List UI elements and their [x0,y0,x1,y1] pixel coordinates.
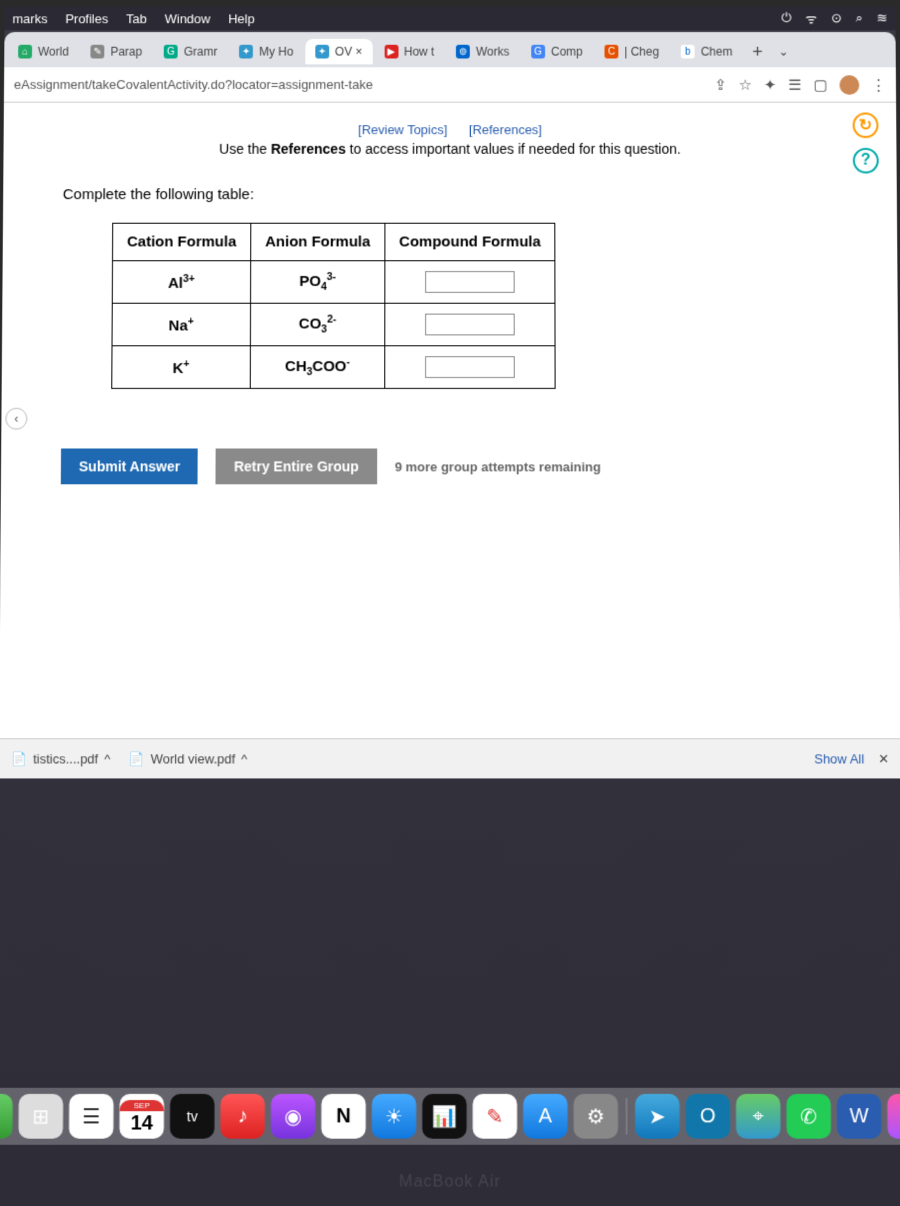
markup-icon[interactable]: ✎ [473,1094,517,1139]
downloads-bar: 📄 tistics....pdf ^ 📄 World view.pdf ^ Sh… [0,738,900,778]
browser-tab[interactable]: ✎Parap [81,39,152,64]
browser-tab[interactable]: GGramr [154,39,227,64]
settings-icon[interactable]: ⚙ [574,1094,619,1139]
menu-item[interactable]: marks [12,11,47,26]
launchpad-icon[interactable]: ⊞ [18,1094,63,1139]
share-icon[interactable]: ⇪ [714,76,727,94]
menu-item[interactable]: Window [165,11,211,26]
compound-cell [385,346,556,389]
search-icon[interactable]: ⌕ [856,10,863,26]
anion-cell: CH3COO- [250,346,384,389]
messenger-icon[interactable]: 〰 [887,1094,900,1139]
review-topics-link[interactable]: [Review Topics] [358,122,447,137]
download-item[interactable]: 📄 tistics....pdf ^ [11,751,111,767]
file-icon: 📄 [11,751,27,767]
compound-input[interactable] [425,271,515,293]
cation-cell: Na+ [112,303,251,346]
control-center-icon[interactable]: ≋ [877,10,888,26]
show-all-downloads-link[interactable]: Show All [814,751,864,766]
compound-cell [385,303,556,346]
table-row: Na+ CO32- [112,303,555,346]
cation-cell: Al3+ [112,261,250,303]
notion-icon[interactable]: N [321,1094,365,1139]
outlook-icon[interactable]: O [686,1094,731,1139]
cation-cell: K+ [112,346,251,389]
chevron-up-icon[interactable]: ^ [241,751,247,766]
weather-icon[interactable]: ☀ [372,1094,416,1139]
table-row: K+ CH3COO- [112,346,556,389]
submit-answer-button[interactable]: Submit Answer [61,448,198,484]
compound-input[interactable] [425,314,515,336]
laptop-brand: MacBook Air [399,1173,501,1191]
page-content: ‹ ↻ ? [Review Topics] [References] Use t… [0,103,900,739]
star-icon[interactable]: ☆ [739,76,752,94]
kebab-menu-icon[interactable]: ⋮ [871,76,886,94]
whatsapp-icon[interactable]: ✆ [786,1094,831,1139]
window-icon[interactable]: ▢ [813,76,827,94]
browser-tab[interactable]: C| Cheg [595,39,670,64]
col-header-compound: Compound Formula [385,223,555,261]
tab-overflow-icon[interactable]: ⌄ [773,45,795,59]
mac-menubar: marks Profiles Tab Window Help ⏻ ᯤ ⊙ ⌕ ≋ [4,7,895,31]
question-prompt: Complete the following table: [63,186,838,203]
new-tab-button[interactable]: + [744,41,770,62]
address-bar: eAssignment/takeCovalentActivity.do?loca… [4,67,896,102]
podcasts-icon[interactable]: ◉ [271,1094,316,1139]
col-header-anion: Anion Formula [251,223,385,261]
reference-links: [Review Topics] [References] [63,122,837,137]
table-row: Al3+ PO43- [112,261,555,303]
menu-item[interactable]: Profiles [65,11,108,26]
anion-cell: PO43- [251,261,385,303]
browser-tab[interactable]: ✦My Ho [229,39,303,64]
anion-cell: CO32- [250,303,384,346]
appstore-icon[interactable]: A [523,1094,567,1139]
menu-item[interactable]: Help [228,11,255,26]
profile-avatar[interactable] [839,75,859,95]
close-icon[interactable]: ✕ [878,751,889,767]
download-item[interactable]: 📄 World view.pdf ^ [128,751,247,767]
browser-tab[interactable]: ⌂World [8,39,79,64]
puzzle-icon[interactable]: ✦ [764,76,777,94]
maps-icon[interactable]: ⌖ [736,1094,781,1139]
compound-cell [385,261,556,303]
help-tool-icon[interactable]: ? [853,148,879,174]
file-icon: 📄 [128,751,144,767]
url-text[interactable]: eAssignment/takeCovalentActivity.do?loca… [14,77,705,92]
button-row: Submit Answer Retry Entire Group 9 more … [61,448,839,484]
browser-window: ⌂World ✎Parap GGramr ✦My Ho ✦OV × ▶How t… [0,32,900,778]
music-icon[interactable]: ♪ [220,1094,265,1139]
word-icon[interactable]: W [837,1094,882,1139]
chevron-up-icon[interactable]: ^ [104,751,110,766]
telegram-icon[interactable]: ➤ [635,1094,680,1139]
appletv-icon[interactable]: tv [170,1094,215,1139]
record-icon[interactable]: ⊙ [831,10,842,26]
dock: ■ ⊞ ☰ SEP 14 tv ♪ ◉ N ☀ 📊 ✎ A ⚙ ➤ O ⌖ ✆ … [0,1088,900,1145]
browser-tab-active[interactable]: ✦OV × [305,39,372,64]
facetime-icon[interactable]: ■ [0,1094,13,1139]
tab-strip: ⌂World ✎Parap GGramr ✦My Ho ✦OV × ▶How t… [4,32,896,67]
browser-tab[interactable]: ▶How t [374,39,444,64]
refresh-tool-icon[interactable]: ↻ [853,112,879,138]
side-tools: ↻ ? [853,112,879,173]
stocks-icon[interactable]: 📊 [422,1094,466,1139]
prev-question-button[interactable]: ‹ [5,408,27,430]
col-header-cation: Cation Formula [113,223,251,261]
references-link[interactable]: [References] [469,122,542,137]
reminders-icon[interactable]: ☰ [69,1094,114,1139]
browser-tab[interactable]: bChem [671,39,742,64]
menu-item[interactable]: Tab [126,11,147,26]
instruction-text: Use the References to access important v… [63,141,837,157]
formula-table: Cation Formula Anion Formula Compound Fo… [111,223,556,389]
wifi-icon[interactable]: ᯤ [805,10,817,28]
browser-tab[interactable]: ⊚Works [446,39,519,64]
calendar-icon[interactable]: SEP 14 [119,1094,164,1139]
compound-input[interactable] [425,356,515,378]
reading-list-icon[interactable]: ☰ [788,76,801,94]
attempts-remaining: 9 more group attempts remaining [395,459,601,474]
browser-tab[interactable]: GComp [521,39,592,64]
retry-group-button[interactable]: Retry Entire Group [216,448,377,484]
toggle-icon[interactable]: ⏻ [781,10,791,26]
